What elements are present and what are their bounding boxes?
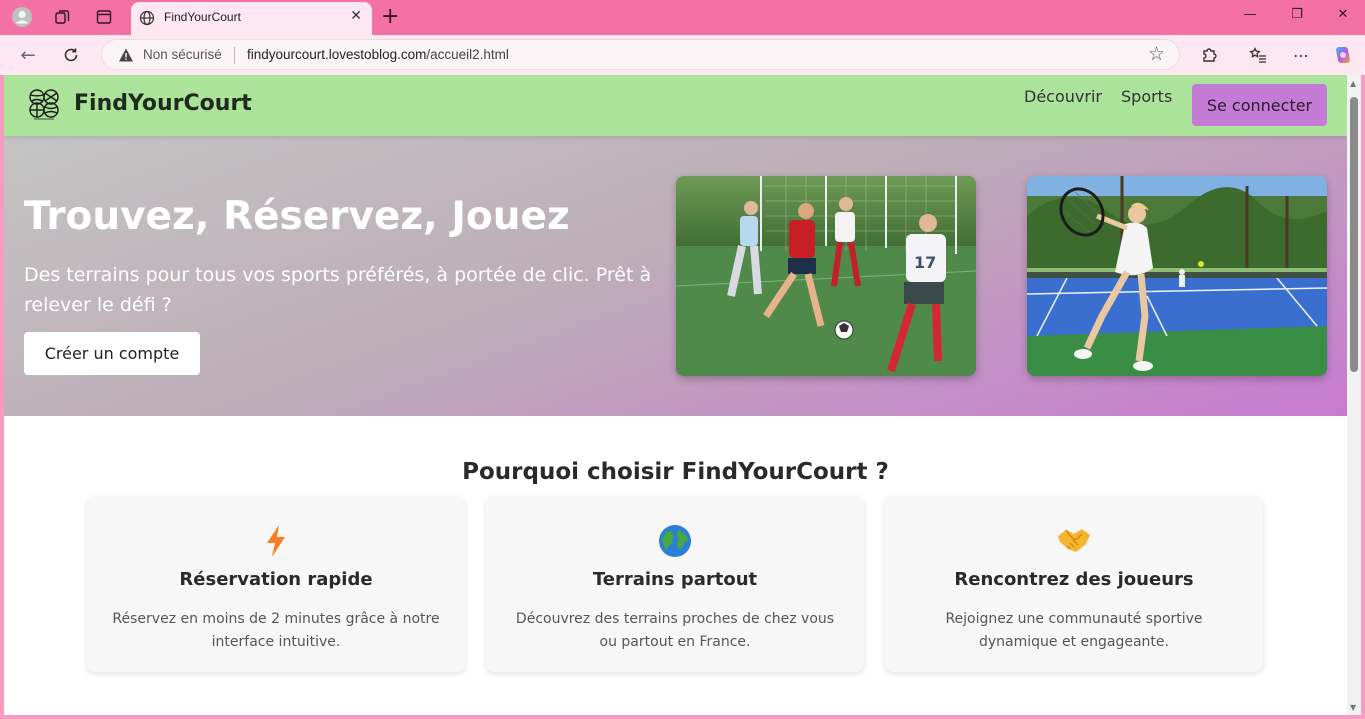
workspaces-icon[interactable]	[50, 6, 74, 28]
feature-card-text: Découvrez des terrains proches de chez v…	[515, 611, 835, 650]
browser-tab-bar: FindYourCourt ✕ + — ❐ ✕	[0, 0, 1365, 35]
new-tab-icon[interactable]: +	[381, 4, 399, 29]
url-text[interactable]: findyourcourt.lovestoblog.com/accueil2.h…	[247, 47, 509, 62]
brand-name[interactable]: FindYourCourt	[74, 91, 252, 116]
findyourcourt-logo[interactable]	[26, 86, 62, 122]
nav-link-sports[interactable]: Sports	[1121, 87, 1172, 106]
features-title: Pourquoi choisir FindYourCourt ?	[462, 459, 889, 485]
feature-card-reservation: Réservation rapide Réservez en moins de …	[87, 496, 465, 672]
football-photo: 17	[676, 176, 976, 376]
browser-tab[interactable]: FindYourCourt ✕	[131, 2, 372, 35]
reload-icon[interactable]	[58, 42, 84, 68]
close-window-icon[interactable]: ✕	[1333, 7, 1353, 22]
lightning-icon	[87, 524, 465, 560]
scroll-down-icon[interactable]: ▼	[1350, 703, 1356, 712]
feature-card-title: Terrains partout	[592, 569, 758, 590]
url-path: /accueil2.html	[426, 47, 509, 62]
browser-toolbar: ← Non sécurisé findyourcourt.lovestoblog…	[0, 35, 1365, 75]
tennis-photo	[1027, 176, 1327, 376]
feature-card-title: Rencontrez des joueurs	[954, 569, 1194, 590]
copilot-icon[interactable]	[1331, 43, 1355, 67]
create-account-button[interactable]: Créer un compte	[24, 332, 200, 375]
globe-icon	[486, 524, 864, 560]
handshake-icon	[885, 524, 1263, 560]
page-scrollbar[interactable]: ▲ ▼	[1347, 75, 1361, 715]
feature-card-text: Rejoignez une communauté sportive dynami…	[945, 611, 1203, 650]
back-icon[interactable]: ←	[15, 42, 41, 68]
site-header: FindYourCourt Découvrir Sports Se connec…	[4, 75, 1347, 136]
address-separator	[234, 47, 235, 64]
feature-card-text: Réservez en moins de 2 minutes grâce à n…	[112, 611, 440, 650]
hero-title: Trouvez, Réservez, Jouez	[24, 194, 570, 239]
feature-card-title: Réservation rapide	[179, 569, 373, 590]
minimize-icon[interactable]: —	[1240, 7, 1260, 22]
tab-close-icon[interactable]: ✕	[350, 8, 362, 24]
address-bar[interactable]: Non sécurisé findyourcourt.lovestoblog.c…	[101, 39, 1180, 70]
login-button[interactable]: Se connecter	[1192, 84, 1327, 126]
security-label[interactable]: Non sécurisé	[143, 47, 222, 62]
hero-subtitle: Des terrains pour tous vos sports préfér…	[24, 264, 652, 316]
nav-link-decouvrir[interactable]: Découvrir	[1024, 87, 1102, 106]
more-menu-icon[interactable]: ⋯	[1289, 43, 1313, 67]
favorites-list-icon[interactable]	[1246, 43, 1270, 67]
svg-text:17: 17	[914, 253, 936, 272]
warning-icon	[119, 48, 133, 62]
tab-title: FindYourCourt	[164, 10, 241, 24]
feature-card-terrains: Terrains partout Découvrez des terrains …	[486, 496, 864, 672]
page-viewport: FindYourCourt Découvrir Sports Se connec…	[4, 75, 1347, 715]
restore-icon[interactable]: ❐	[1287, 7, 1307, 22]
feature-card-joueurs: Rencontrez des joueurs Rejoignez une com…	[885, 496, 1263, 672]
extensions-icon[interactable]	[1197, 43, 1221, 67]
tab-actions-icon[interactable]	[92, 6, 116, 28]
favorite-star-icon[interactable]: ☆	[1148, 43, 1165, 65]
profile-avatar-icon[interactable]	[10, 6, 34, 28]
url-host: findyourcourt.lovestoblog.com	[247, 47, 427, 62]
hero-section: Trouvez, Réservez, Jouez Des terrains po…	[4, 136, 1347, 416]
globe-icon	[139, 10, 155, 26]
scrollbar-thumb[interactable]	[1350, 97, 1358, 372]
scroll-up-icon[interactable]: ▲	[1350, 79, 1356, 88]
